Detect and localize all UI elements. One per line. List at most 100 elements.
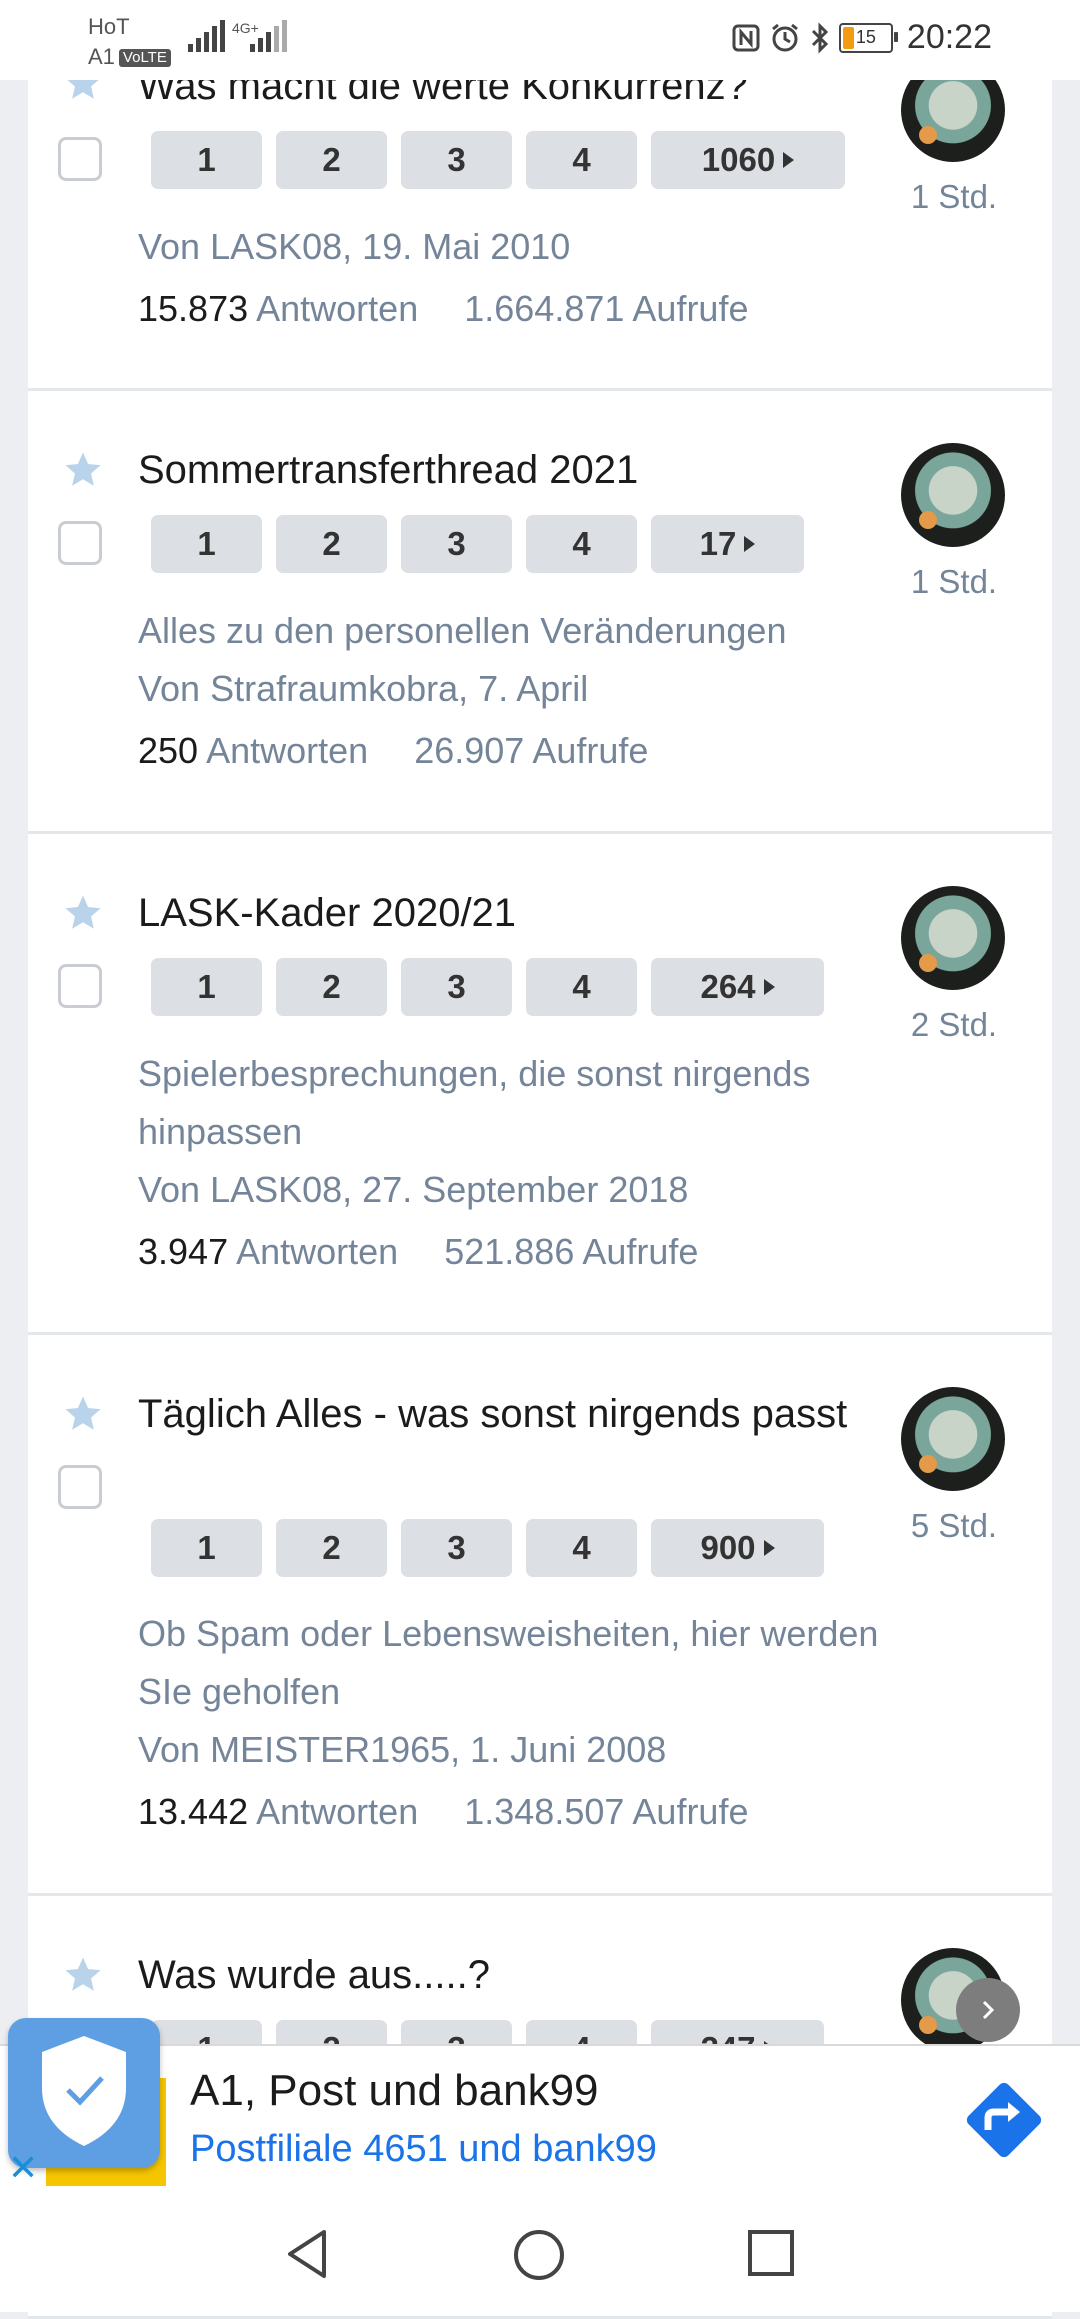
signal-icon [188, 20, 225, 52]
status-bar: HoT A1 VoLTE 4G+ 15 20:22 [0, 0, 1080, 80]
bluetooth-icon [811, 21, 829, 54]
close-icon[interactable]: ✕ [8, 2150, 38, 2186]
page-link[interactable]: 3 [401, 1519, 512, 1577]
reply-count: 15.873 [138, 288, 249, 329]
select-checkbox[interactable] [58, 964, 102, 1008]
last-page-link[interactable]: 900 [651, 1519, 824, 1577]
last-post-time[interactable]: 1 Std. [874, 563, 1034, 601]
clock: 20:22 [906, 18, 992, 56]
chevron-right-icon [982, 2000, 995, 2020]
page-link[interactable]: 3 [401, 958, 512, 1016]
recents-square-icon[interactable] [746, 2228, 796, 2278]
thread-card[interactable]: Sommertransferthread 2021 1 2 3 4 17 All… [28, 391, 1052, 834]
page-link[interactable]: 3 [401, 131, 512, 189]
back-triangle-icon[interactable] [282, 2228, 332, 2280]
alarm-icon [771, 23, 798, 51]
arrow-right-icon [744, 536, 756, 552]
page-link[interactable]: 1 [151, 958, 262, 1016]
thread-card[interactable]: Täglich Alles - was sonst nirgends passt… [28, 1335, 1052, 1896]
home-circle-icon[interactable] [512, 2228, 566, 2282]
last-page-number: 264 [700, 968, 756, 1005]
page-link[interactable]: 3 [401, 515, 512, 573]
page-links: 1 2 3 4 264 [151, 958, 824, 1016]
scroll-top-button[interactable] [956, 1978, 1020, 2042]
page-link[interactable]: 4 [526, 1519, 637, 1577]
avatar[interactable] [901, 443, 1005, 547]
select-checkbox[interactable] [58, 137, 102, 181]
last-post-time[interactable]: 5 Std. [874, 1507, 1034, 1545]
star-icon[interactable] [62, 449, 104, 491]
thread-byline: Von LASK08, 19. Mai 2010 [138, 226, 571, 267]
thread-stats: 15.873 Antworten 1.664.871 Aufrufe [138, 279, 748, 339]
last-page-link[interactable]: 17 [651, 515, 804, 573]
thread-title[interactable]: Täglich Alles - was sonst nirgends passt [138, 1384, 858, 1444]
page-link[interactable]: 1 [151, 1519, 262, 1577]
last-page-link[interactable]: 1060 [651, 131, 845, 189]
star-icon[interactable] [62, 1954, 104, 1996]
page-links: 1 2 3 4 17 [151, 515, 804, 573]
thread-title[interactable]: Sommertransferthread 2021 [138, 440, 858, 500]
page-link[interactable]: 4 [526, 958, 637, 1016]
thread-title[interactable]: LASK-Kader 2020/21 [138, 883, 858, 943]
page-link[interactable]: 4 [526, 515, 637, 573]
page-link[interactable]: 1 [151, 515, 262, 573]
navigation-bar [0, 2192, 1080, 2312]
thread-stats: 3.947 Antworten 521.886 Aufrufe [138, 1222, 698, 1282]
page-link[interactable]: 2 [276, 131, 387, 189]
last-page-number: 17 [699, 525, 737, 562]
carrier-top: HoT [88, 14, 130, 39]
carrier-info: HoT A1 VoLTE [88, 12, 171, 72]
volte-badge: VoLTE [118, 49, 171, 68]
reply-count: 250 [138, 730, 199, 771]
ad-subtitle[interactable]: Postfiliale 4651 und bank99 [190, 2128, 657, 2171]
nfc-icon [732, 24, 760, 51]
last-post-time[interactable]: 2 Std. [874, 1006, 1034, 1044]
reply-label: Antworten [256, 1791, 419, 1832]
avatar[interactable] [901, 1387, 1005, 1491]
status-right: 15 20:22 [731, 18, 992, 57]
last-page-number: 900 [700, 1529, 756, 1566]
page-link[interactable]: 2 [276, 958, 387, 1016]
thread-stats: 13.442 Antworten 1.348.507 Aufrufe [138, 1782, 748, 1842]
thread-card[interactable]: LASK-Kader 2020/21 1 2 3 4 264 Spielerbe… [28, 834, 1052, 1335]
thread-byline: Von Strafraumkobra, 7. April [138, 668, 589, 709]
star-icon[interactable] [62, 892, 104, 934]
view-count: 521.886 Aufrufe [444, 1231, 699, 1272]
arrow-right-icon [783, 152, 795, 168]
ad-shield-badge[interactable] [8, 2018, 160, 2168]
thread-description: Spielerbesprechungen, die sonst nirgends… [138, 1053, 811, 1152]
select-checkbox[interactable] [58, 1465, 102, 1509]
last-post-time[interactable]: 1 Std. [874, 178, 1034, 216]
avatar[interactable] [901, 886, 1005, 990]
reply-label: Antworten [256, 288, 419, 329]
page-link[interactable]: 2 [276, 1519, 387, 1577]
page-link[interactable]: 4 [526, 131, 637, 189]
last-page-number: 1060 [701, 141, 776, 178]
directions-icon[interactable] [958, 2074, 1050, 2166]
select-checkbox[interactable] [58, 521, 102, 565]
star-icon[interactable] [62, 1393, 104, 1435]
ad-banner[interactable]: A1, Post und bank99 Postfiliale 4651 und… [0, 2044, 1080, 2194]
arrow-right-icon [763, 1540, 775, 1556]
thread-title[interactable]: Was wurde aus.....? [138, 1945, 858, 2005]
view-count: 1.664.871 Aufrufe [464, 288, 749, 329]
battery-level: 15 [855, 27, 876, 47]
page-link[interactable]: 2 [276, 515, 387, 573]
page-link[interactable]: 1 [151, 131, 262, 189]
reply-count: 3.947 [138, 1231, 229, 1272]
page-links: 1 2 3 4 900 [151, 1519, 824, 1577]
reply-label: Antworten [236, 1231, 399, 1272]
battery-icon: 15 [838, 22, 898, 53]
view-count: 1.348.507 Aufrufe [464, 1791, 749, 1832]
arrow-right-icon [763, 979, 775, 995]
page-links: 1 2 3 4 1060 [151, 131, 845, 189]
ad-title[interactable]: A1, Post und bank99 [190, 2066, 599, 2116]
thread-description: Alles zu den personellen Veränderungen [138, 610, 787, 651]
thread-byline: Von MEISTER1965, 1. Juni 2008 [138, 1729, 667, 1770]
last-page-link[interactable]: 264 [651, 958, 824, 1016]
reply-label: Antworten [206, 730, 369, 771]
thread-description: Ob Spam oder Lebensweisheiten, hier werd… [138, 1613, 879, 1712]
shield-check-icon [42, 2036, 126, 2146]
carrier-bottom: A1 [88, 44, 115, 69]
thread-byline: Von LASK08, 27. September 2018 [138, 1169, 689, 1210]
